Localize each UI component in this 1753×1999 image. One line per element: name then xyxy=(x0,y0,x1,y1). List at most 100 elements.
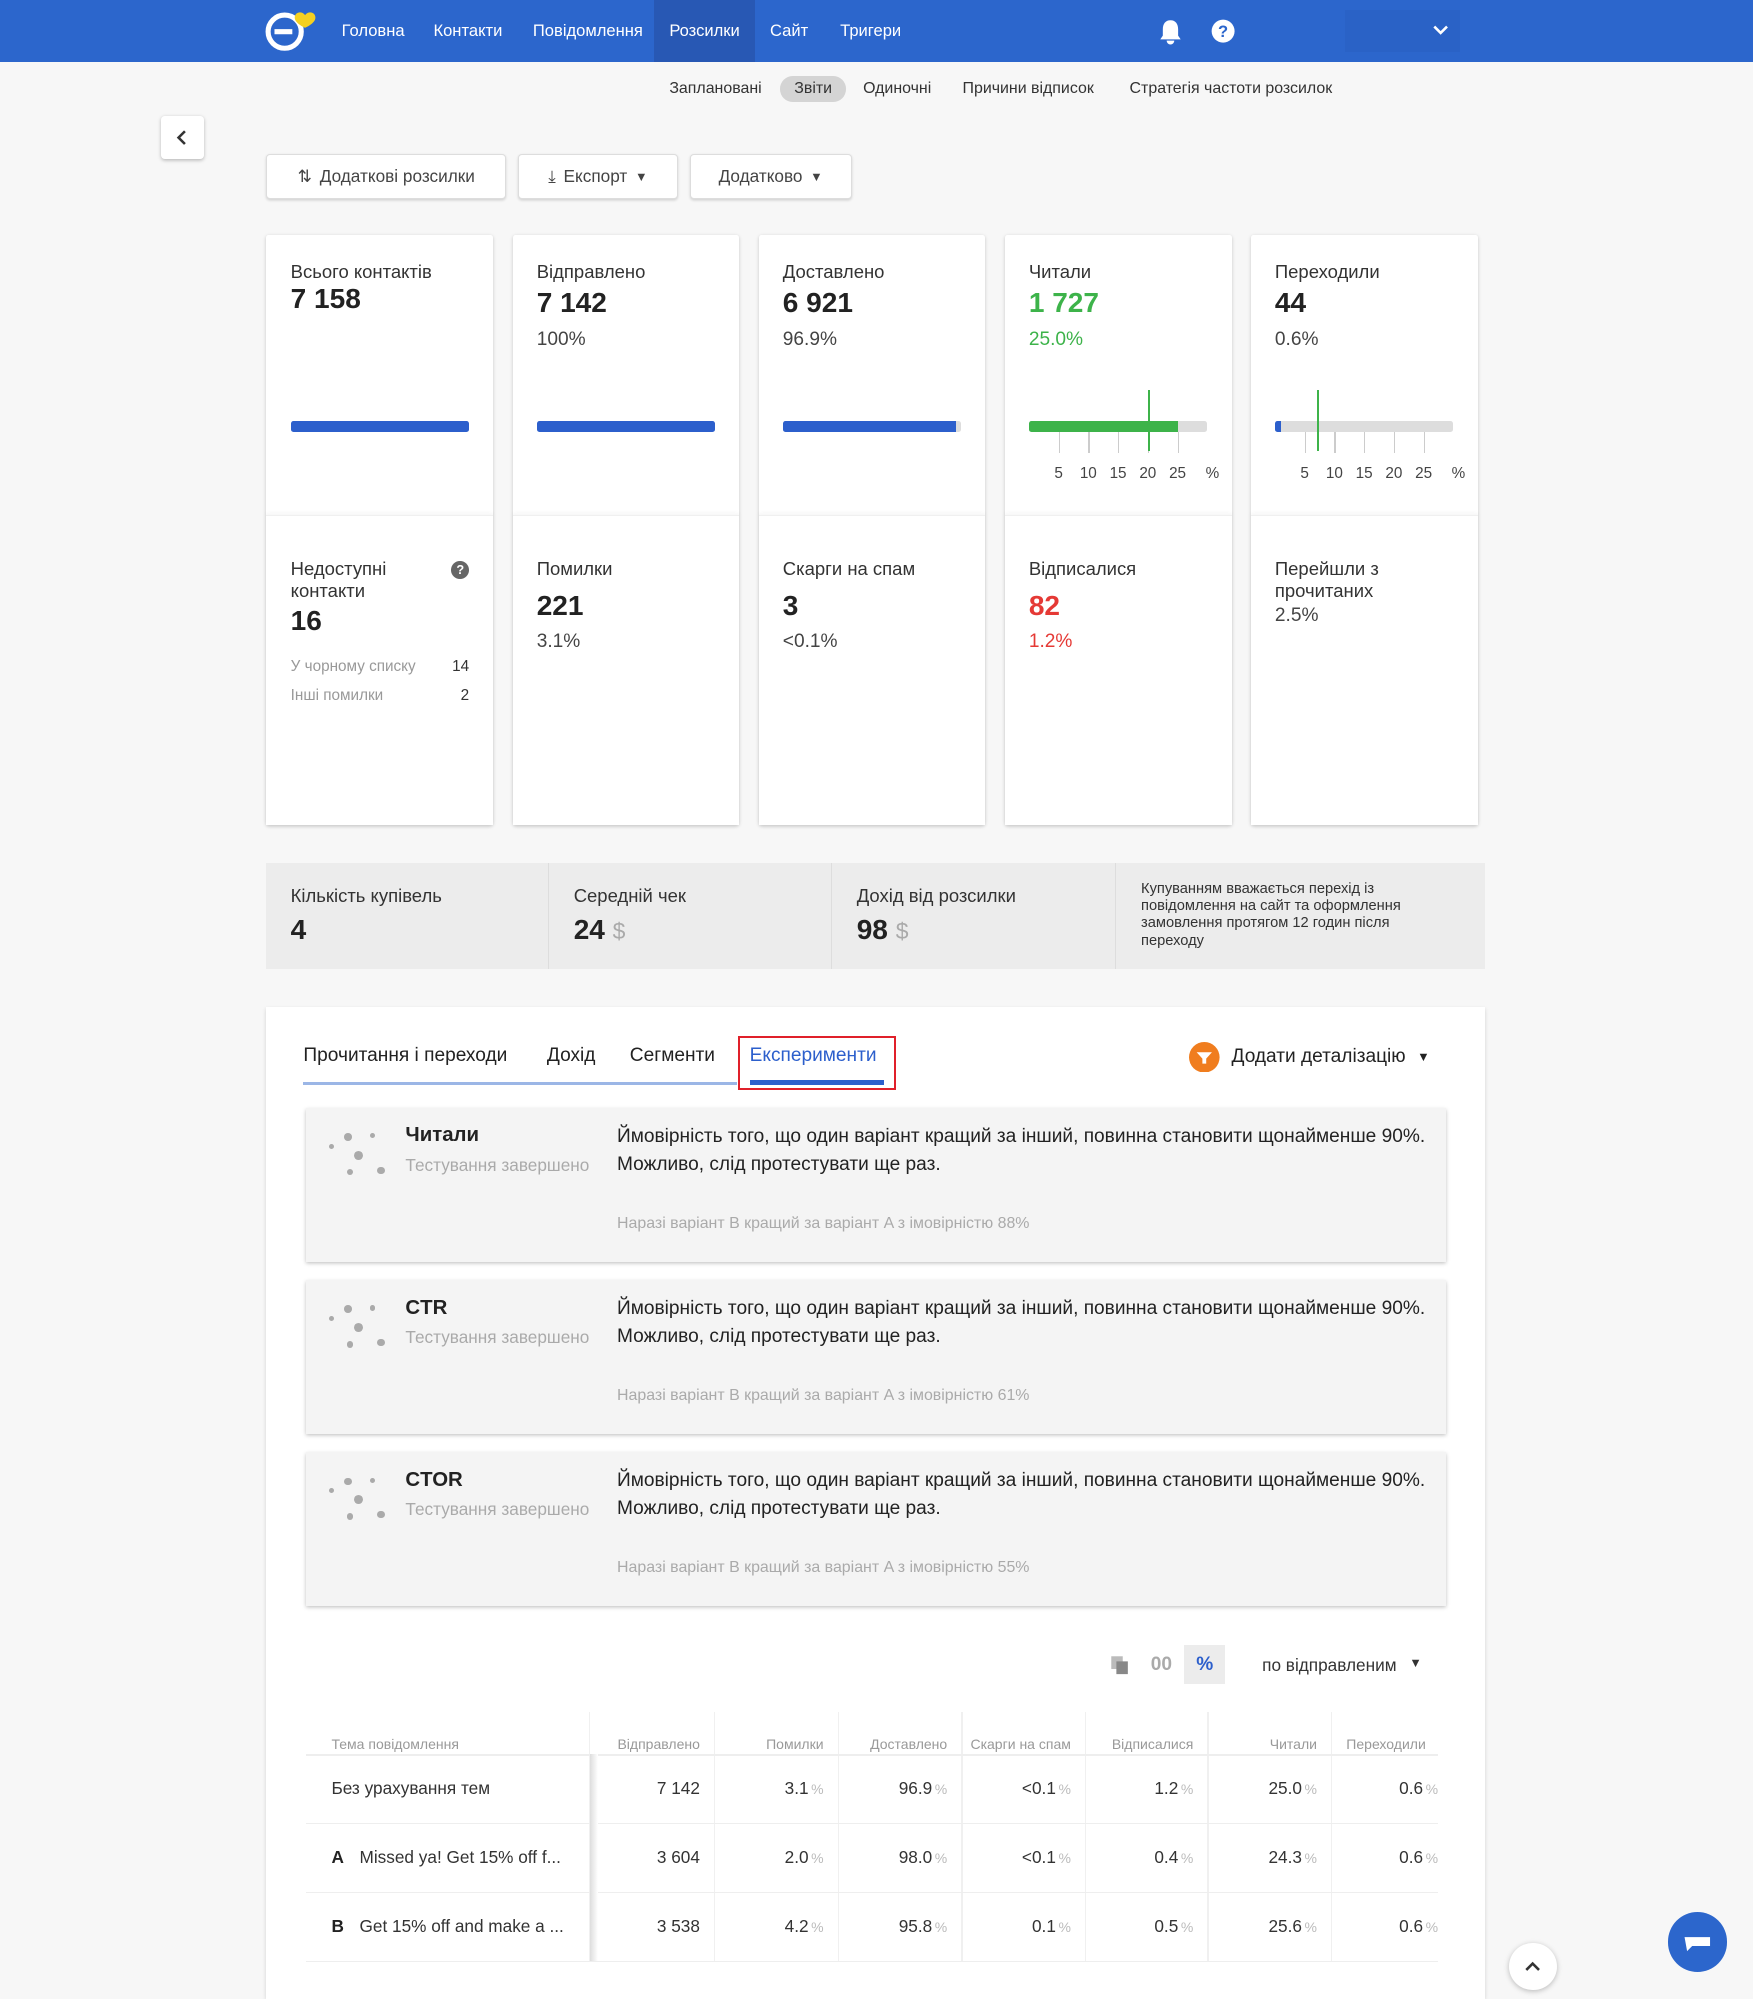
stat-label: Відправлено xyxy=(536,261,646,283)
stat-value: 1 727 xyxy=(1028,286,1099,318)
table-cell: 24.3% xyxy=(1207,1823,1317,1892)
scale-label: 25 xyxy=(1169,465,1187,483)
column-header[interactable]: Доставлено xyxy=(838,1712,947,1753)
top-nav: Головна Контакти Повідомлення Розсилки Сайт Т… xyxy=(0,0,1753,63)
cell-unit: % xyxy=(811,1781,824,1798)
add-detail-button[interactable]: Додати деталізацію ▼ xyxy=(1189,1041,1430,1073)
scale-label: 20 xyxy=(1385,465,1403,483)
nav-item[interactable]: Розсилки xyxy=(654,0,756,63)
more-button[interactable]: Додатково ▼ xyxy=(689,154,852,199)
column-header[interactable]: Відправлено xyxy=(590,1712,699,1753)
dot xyxy=(377,1166,385,1175)
column-header[interactable]: Тема повідомлення xyxy=(331,1712,586,1753)
column-header[interactable]: Читали xyxy=(1207,1712,1317,1753)
active-tab-indicator xyxy=(749,1079,884,1085)
cell-unit: % xyxy=(1180,1850,1194,1867)
stat-label: Всього контактів xyxy=(290,261,432,283)
nav-item[interactable]: Контакти xyxy=(418,0,517,62)
subnav-item[interactable]: Одиночні xyxy=(849,76,945,101)
help-icon[interactable]: ? xyxy=(451,560,470,579)
experiment-message: Ймовірність того, що один варіант кращий… xyxy=(617,1467,1433,1523)
scale-label: 5 xyxy=(1300,465,1309,483)
cell-value: 25.6 xyxy=(1268,1915,1302,1936)
absolute-values-toggle[interactable]: 00 xyxy=(1142,1645,1180,1685)
purchase-label: Кількість купівель xyxy=(290,884,442,906)
scroll-top-button[interactable] xyxy=(1509,1942,1557,1991)
chevron-down-icon[interactable] xyxy=(1433,24,1448,37)
card-lower: Перейшли з прочитаних 2.5% xyxy=(1250,515,1478,825)
chevron-down-icon: ▼ xyxy=(634,169,648,185)
extra-mailings-button[interactable]: ⇅ Додаткові розсилки xyxy=(266,154,507,199)
table-cell: 0.6% xyxy=(1328,1823,1438,1892)
tab-item[interactable]: Сегменти xyxy=(630,1045,715,1067)
subnav-item[interactable]: Причини відписок xyxy=(949,76,1108,101)
scale-tick xyxy=(1423,432,1425,453)
stat-percent: 96.9% xyxy=(782,328,837,350)
copy-icon[interactable] xyxy=(1110,1655,1130,1675)
nav-item[interactable]: Сайт xyxy=(755,0,824,62)
stat-card: Відправлено 7 142 100% Помилки 221 3.1% xyxy=(512,234,740,825)
stat-value: 7 158 xyxy=(290,283,361,315)
chat-button[interactable] xyxy=(1667,1912,1728,1973)
lower-label: Помилки xyxy=(536,558,613,580)
stat-label: Доставлено xyxy=(782,261,885,283)
dot xyxy=(354,1495,364,1505)
cell-value: 3 538 xyxy=(656,1915,700,1936)
cell-value: 0.4 xyxy=(1154,1847,1179,1868)
stat-label: Читали xyxy=(1028,261,1092,283)
basis-select[interactable]: по відправленим ▼ xyxy=(1262,1655,1422,1676)
tab-item[interactable]: Дохід xyxy=(547,1045,596,1067)
scale-label: 25 xyxy=(1415,465,1433,483)
column-header[interactable]: Помилки xyxy=(714,1712,823,1753)
bell-icon[interactable] xyxy=(1159,19,1182,45)
cell-unit: % xyxy=(934,1850,948,1867)
subnav-item[interactable]: Звіти xyxy=(780,76,847,102)
subnav-item[interactable]: Заплановані xyxy=(655,76,775,101)
lower-value: 16 xyxy=(290,605,322,637)
scale-label: 10 xyxy=(1079,465,1097,483)
table-cell: 25.6% xyxy=(1207,1892,1317,1961)
svg-text:?: ? xyxy=(1218,22,1228,41)
lower-label: Скарги на спам xyxy=(782,558,916,580)
stat-percent: 0.6% xyxy=(1274,328,1319,350)
dot xyxy=(328,1143,334,1149)
percent-toggle[interactable]: % xyxy=(1184,1644,1226,1685)
column-header[interactable]: Скарги на спам xyxy=(961,1712,1070,1753)
scale-label: 15 xyxy=(1355,465,1373,483)
cell-unit: % xyxy=(1180,1918,1194,1935)
lower-percent: 3.1% xyxy=(536,630,581,652)
chevron-down-icon: ▼ xyxy=(1409,1654,1422,1670)
tab-item[interactable]: Прочитання і переходи xyxy=(303,1045,507,1067)
currency: $ xyxy=(895,918,909,945)
cell-value: 3 604 xyxy=(656,1847,700,1868)
value: 98 xyxy=(856,914,888,946)
progress-bar xyxy=(290,420,470,433)
help-icon[interactable]: ? xyxy=(1211,19,1235,43)
variant-label: A xyxy=(331,1847,344,1868)
table-cell: 7 142 xyxy=(590,1754,700,1823)
nav-item[interactable]: Головна xyxy=(326,0,420,62)
back-button[interactable] xyxy=(160,116,204,160)
subnav-item[interactable]: Стратегія частоти розсилок xyxy=(1116,76,1347,101)
nav-item[interactable]: Тригери xyxy=(825,0,917,62)
table-cell: <0.1% xyxy=(961,1754,1071,1823)
table-row[interactable]: Без урахування тем 7 142 3.1% 96.9% <0.1% 1.2… xyxy=(306,1754,1438,1823)
chevron-left-icon xyxy=(176,130,186,145)
card-lower: Недоступні контакти 16? У чорному списку 14… xyxy=(266,515,494,825)
table-row[interactable]: B Get 15% off and make a ... 3 538 4.2% 95.8… xyxy=(306,1892,1438,1961)
nav-item[interactable]: Повідомлення xyxy=(518,0,659,62)
cell-value: 0.6 xyxy=(1399,1847,1424,1868)
table-row[interactable]: A Missed ya! Get 15% off f... 3 604 2.0% 98.… xyxy=(306,1823,1438,1892)
column-header[interactable]: Відписалися xyxy=(1084,1712,1193,1753)
subject-cell: Missed ya! Get 15% off f... xyxy=(359,1847,561,1868)
export-button[interactable]: ⤓ Експорт ▼ xyxy=(517,154,679,199)
logo-icon[interactable] xyxy=(263,10,327,53)
table-cell: 4.2% xyxy=(714,1892,824,1961)
experiment-message: Ймовірність того, що один варіант кращий… xyxy=(617,1295,1433,1351)
dot xyxy=(328,1315,334,1321)
cell-unit: % xyxy=(1425,1850,1439,1867)
column-header[interactable]: Переходили xyxy=(1328,1712,1438,1753)
progress-bar xyxy=(1028,420,1208,433)
cell-unit: % xyxy=(1058,1918,1071,1935)
scale-tick xyxy=(1364,432,1366,453)
